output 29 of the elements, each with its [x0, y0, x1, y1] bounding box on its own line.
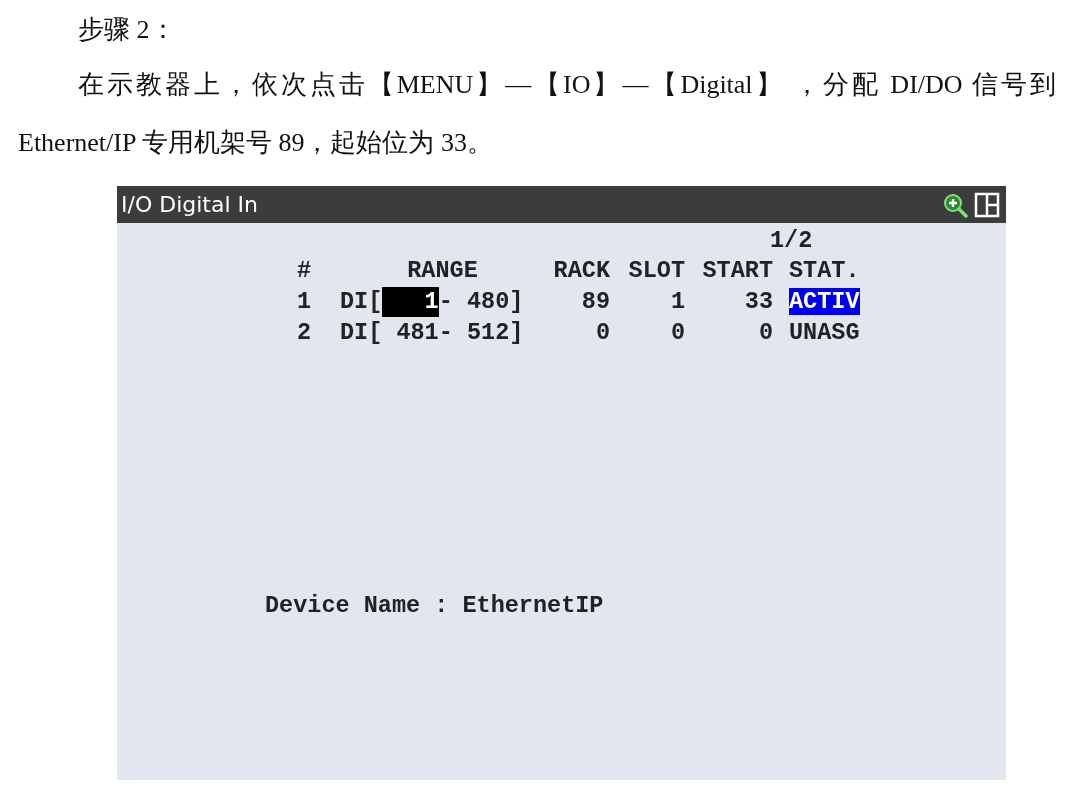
range-start-field[interactable]: 481: [382, 318, 439, 348]
start-cell-text: 33: [743, 287, 773, 317]
row-number: 2: [296, 318, 313, 348]
start-cell-text: 0: [757, 318, 773, 348]
range-prefix: DI[: [340, 318, 383, 348]
instruction-paragraph: 在示教器上，依次点击【MENU】—【IO】—【Digital】 ，分配 DI/DO 信号到 Ethernet/IP 专用机架号 89，起始位为 33。: [18, 69, 1056, 159]
step-heading: 步骤 2：: [78, 14, 177, 46]
column-header: RACK: [552, 256, 610, 286]
slot-cell-text: 1: [669, 287, 685, 317]
device-name: Device Name : EthernetIP: [265, 592, 605, 619]
split-window-icon[interactable]: [974, 191, 1000, 218]
status-field[interactable]: ACTIV: [789, 288, 860, 315]
column-header: START: [701, 256, 773, 286]
column-header: SLOT: [627, 256, 685, 286]
range-prefix: DI[: [340, 287, 383, 317]
range-end: - 512]: [438, 318, 524, 348]
column-header: STAT.: [788, 256, 861, 286]
rack-cell-text: 89: [580, 287, 610, 317]
column-header: #: [296, 256, 313, 286]
rack-cell-text: 0: [594, 318, 610, 348]
slot-cell-text: 0: [669, 318, 685, 348]
zoom-in-icon[interactable]: [942, 191, 968, 218]
range-start-field[interactable]: 1: [382, 287, 439, 317]
screen-title: I/O Digital In: [121, 192, 259, 217]
column-header: RANGE: [406, 256, 479, 286]
page-indicator: 1/2: [770, 226, 814, 256]
range-end: - 480]: [438, 287, 524, 317]
status-field[interactable]: UNASG: [789, 319, 860, 346]
row-number: 1: [296, 287, 313, 317]
